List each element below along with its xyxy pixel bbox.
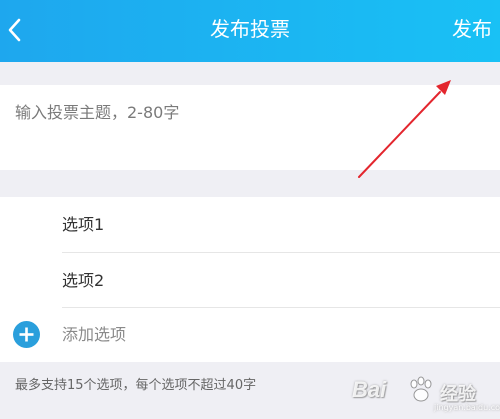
option-input-2[interactable] xyxy=(62,253,482,308)
topic-section xyxy=(0,85,500,170)
topic-input[interactable] xyxy=(0,85,500,170)
option-input-1[interactable] xyxy=(62,197,482,252)
add-option-label: 添加选项 xyxy=(62,325,127,344)
options-list: 添加选项 xyxy=(0,197,500,362)
top-bar: 发布投票 发布 xyxy=(0,0,500,62)
back-button[interactable] xyxy=(0,0,40,62)
watermark-brand: Bai xyxy=(352,377,387,402)
watermark-cn: 经验 xyxy=(440,384,476,405)
plus-circle-icon xyxy=(13,321,40,348)
baidu-jingyan-watermark: Bai 经验 jingyan.baidu.com xyxy=(352,371,500,415)
watermark-url: jingyan.baidu.com xyxy=(434,403,500,412)
options-hint: 最多支持15个选项，每个选项不超过40字 xyxy=(15,378,257,393)
publish-button[interactable]: 发布 xyxy=(452,0,492,62)
option-row-1 xyxy=(0,197,500,252)
paw-logo-icon xyxy=(410,376,432,402)
add-option-button[interactable]: 添加选项 xyxy=(0,307,500,362)
option-row-2 xyxy=(0,253,500,308)
page-title: 发布投票 xyxy=(210,17,290,41)
chevron-left-icon xyxy=(8,18,21,42)
